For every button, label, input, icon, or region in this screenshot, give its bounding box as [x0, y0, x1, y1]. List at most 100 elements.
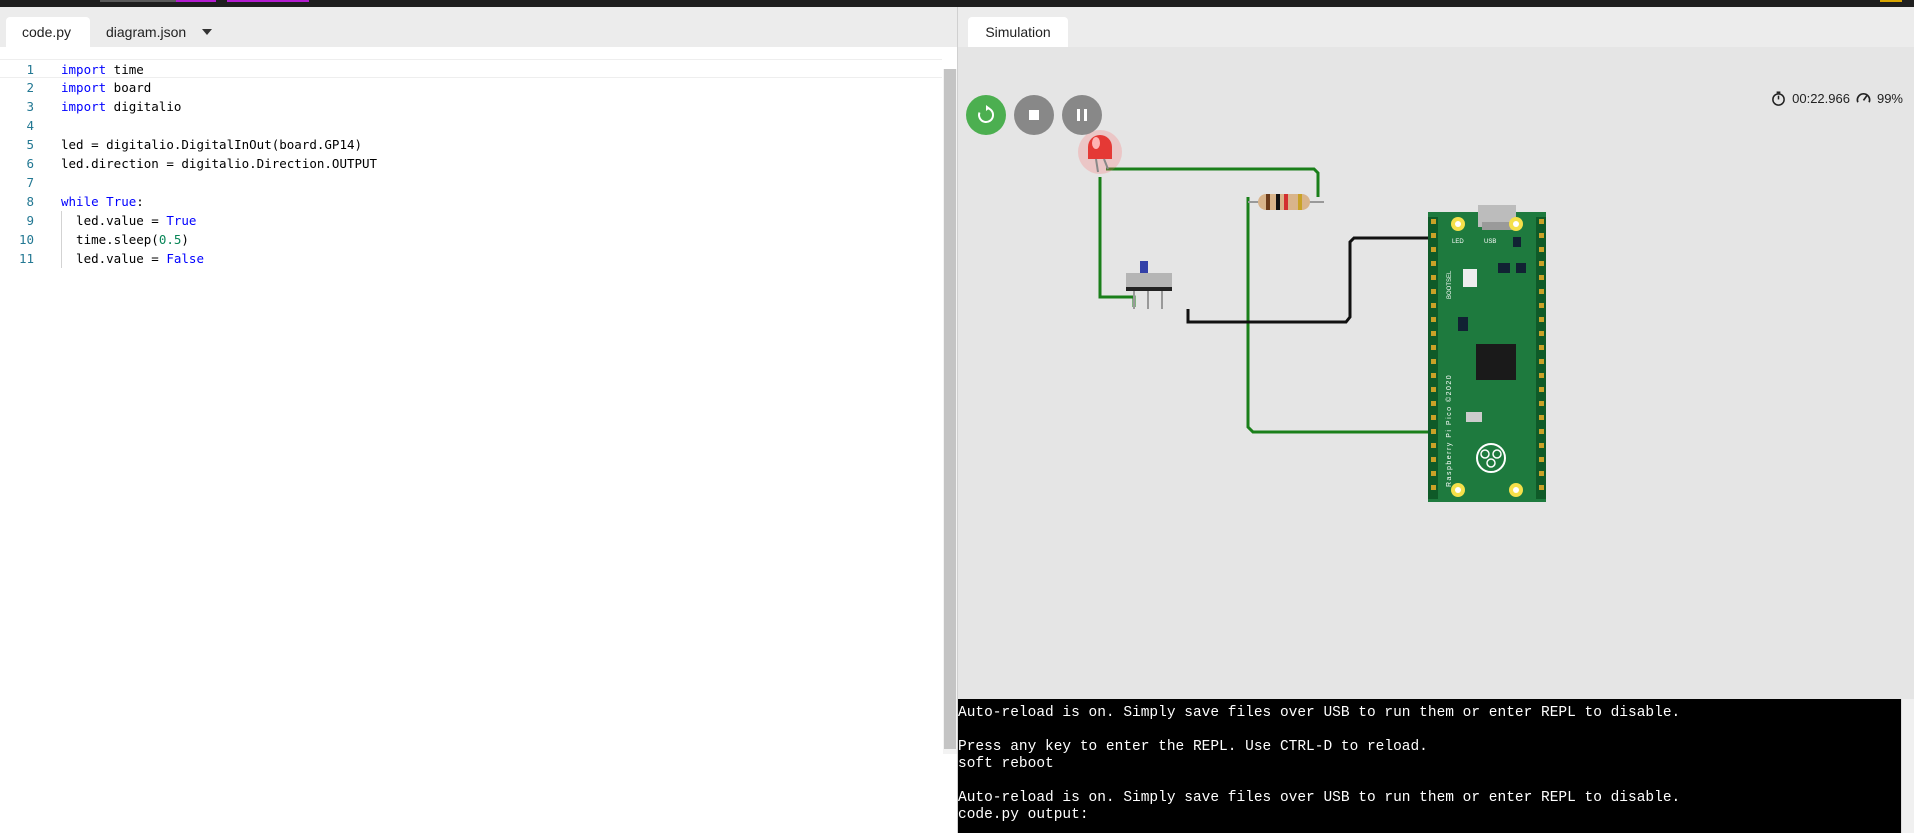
pico-pin[interactable]	[1539, 247, 1544, 252]
raspberry-pi-pico-board[interactable]: LED USB BOOTSEL Raspberry Pi Pico ©2020	[1428, 205, 1546, 502]
pico-pin[interactable]	[1431, 345, 1436, 350]
pico-pin[interactable]	[1539, 429, 1544, 434]
line-number: 2	[26, 80, 34, 95]
pico-pin[interactable]	[1431, 373, 1436, 378]
line-number: 9	[26, 213, 34, 228]
serial-monitor-scrollbar[interactable]	[1901, 699, 1914, 833]
code-editor[interactable]: 1 import time 2 import board 3 import digital…	[0, 59, 942, 755]
wire-switch-to-pico[interactable]	[1186, 236, 1428, 324]
pico-pin[interactable]	[1539, 345, 1544, 350]
wire-resistor-to-pico[interactable]	[1246, 197, 1428, 434]
code-line[interactable]: 8 while True:	[0, 192, 942, 211]
pico-pin[interactable]	[1431, 247, 1436, 252]
serial-output-line: Auto-reload is on. Simply save files ove…	[958, 705, 1681, 721]
circuit-diagram[interactable]: LED USB BOOTSEL Raspberry Pi Pico ©2020	[958, 47, 1914, 739]
pico-pin[interactable]	[1539, 443, 1544, 448]
pico-pin[interactable]	[1539, 359, 1544, 364]
simulation-tab-bar: Simulation	[958, 7, 1914, 47]
code-token: digitalio	[106, 99, 182, 114]
board-led-label: LED	[1452, 239, 1464, 245]
code-text: led.value = True	[61, 211, 196, 230]
pico-pin[interactable]	[1431, 289, 1436, 294]
pico-pin[interactable]	[1431, 457, 1436, 462]
top-chip	[100, 0, 176, 2]
serial-monitor[interactable]: Auto-reload is on. Simply save files ove…	[958, 699, 1901, 833]
top-chip	[227, 0, 309, 2]
pico-pin[interactable]	[1539, 373, 1544, 378]
pico-pin[interactable]	[1539, 275, 1544, 280]
code-text: led.direction = digitalio.Direction.OUTP…	[61, 154, 377, 173]
simulation-pane: Simulation LED USB BOOTSEL Raspberry Pi …	[957, 7, 1914, 833]
pico-pin[interactable]	[1539, 233, 1544, 238]
pico-pin[interactable]	[1431, 331, 1436, 336]
pico-pin[interactable]	[1431, 275, 1436, 280]
editor-pane: code.py diagram.json 1 import time 2 import…	[0, 7, 957, 833]
pico-pin[interactable]	[1539, 457, 1544, 462]
restart-button[interactable]	[966, 95, 1006, 135]
pico-pin[interactable]	[1431, 387, 1436, 392]
wire-led-to-resistor[interactable]	[1106, 167, 1320, 197]
editor-scrollbar-thumb[interactable]	[944, 69, 956, 749]
pause-button[interactable]	[1062, 95, 1102, 135]
pico-pin[interactable]	[1539, 401, 1544, 406]
code-token: led.direction = digitalio.Direction.OUTP…	[61, 156, 378, 171]
line-number: 11	[18, 251, 34, 266]
line-number: 5	[26, 137, 34, 152]
simulation-speed: 99%	[1876, 90, 1903, 106]
tab-simulation[interactable]: Simulation	[968, 17, 1068, 47]
pico-pin[interactable]	[1431, 471, 1436, 476]
pico-pin[interactable]	[1431, 443, 1436, 448]
pico-pin[interactable]	[1431, 415, 1436, 420]
pico-pin[interactable]	[1431, 359, 1436, 364]
code-line[interactable]: 2 import board	[0, 78, 942, 97]
code-line[interactable]: 6 led.direction = digitalio.Direction.OUT…	[0, 154, 942, 173]
code-token: led.value =	[61, 213, 167, 228]
resistor-component[interactable]	[1248, 194, 1324, 210]
code-token: True	[106, 194, 137, 209]
pico-pin[interactable]	[1539, 331, 1544, 336]
pico-pin[interactable]	[1539, 303, 1544, 308]
led-component[interactable]	[1078, 130, 1122, 174]
pico-pin[interactable]	[1431, 401, 1436, 406]
code-line[interactable]: 7	[0, 173, 942, 192]
pico-pin[interactable]	[1539, 289, 1544, 294]
pico-pin[interactable]	[1431, 317, 1436, 322]
pico-pin[interactable]	[1539, 415, 1544, 420]
simulation-canvas[interactable]: LED USB BOOTSEL Raspberry Pi Pico ©2020	[958, 47, 1914, 699]
stop-button[interactable]	[1014, 95, 1054, 135]
code-token: import	[61, 80, 107, 95]
pico-pin[interactable]	[1431, 429, 1436, 434]
pico-pin[interactable]	[1431, 261, 1436, 266]
serial-output-line	[958, 773, 1901, 790]
tab-diagram-json[interactable]: diagram.json	[90, 17, 200, 47]
pico-pin[interactable]	[1431, 219, 1436, 224]
code-line[interactable]: 5 led = digitalio.DigitalInOut(board.GP14…	[0, 135, 942, 154]
code-line[interactable]: 11 led.value = False	[0, 249, 942, 268]
pico-pin[interactable]	[1539, 471, 1544, 476]
code-token: board	[106, 80, 152, 95]
pico-pin[interactable]	[1431, 485, 1436, 490]
code-text: led = digitalio.DigitalInOut(board.GP14)	[61, 135, 362, 154]
top-chip	[176, 0, 216, 2]
code-token: led.value =	[61, 251, 167, 266]
serial-output-line: soft reboot	[958, 756, 1054, 772]
stopwatch-icon	[1772, 90, 1785, 106]
pico-pin[interactable]	[1539, 485, 1544, 490]
line-number: 3	[26, 99, 34, 114]
serial-output-line: Press any key to enter the REPL. Use CTR…	[958, 739, 1428, 755]
tab-code-py[interactable]: code.py	[6, 17, 90, 47]
stop-icon	[1029, 110, 1039, 120]
code-line[interactable]: 4	[0, 116, 942, 135]
code-line[interactable]: 1 import time	[0, 59, 942, 78]
code-line[interactable]: 10 time.sleep(0.5)	[0, 230, 942, 249]
pico-pin[interactable]	[1539, 317, 1544, 322]
code-line[interactable]: 3 import digitalio	[0, 97, 942, 116]
pico-pin[interactable]	[1539, 261, 1544, 266]
tab-menu-dropdown-icon[interactable]	[198, 17, 216, 47]
pico-pin[interactable]	[1539, 387, 1544, 392]
pico-pin[interactable]	[1539, 219, 1544, 224]
pico-pin[interactable]	[1431, 303, 1436, 308]
pico-pin[interactable]	[1431, 233, 1436, 238]
editor-tab-bar: code.py diagram.json	[0, 7, 957, 47]
code-line[interactable]: 9 led.value = True	[0, 211, 942, 230]
